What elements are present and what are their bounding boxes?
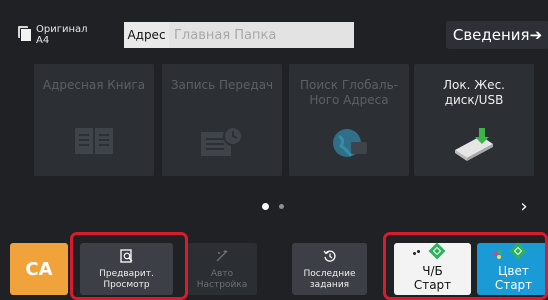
tile-label: Поиск Глобаль- Ного Адреса xyxy=(300,78,398,107)
address-book-icon xyxy=(74,126,114,160)
tile-transmission-log[interactable]: Запись Передач xyxy=(162,64,282,176)
ca-button[interactable]: CA xyxy=(10,243,68,295)
last-jobs-label: Последние задания xyxy=(303,269,356,290)
auto-setting-label: Авто Настройка xyxy=(196,269,248,290)
global-address-search-icon xyxy=(329,126,369,164)
tile-local-hdd-usb[interactable]: Лок. Жес. диск/USB xyxy=(414,64,534,176)
transmission-log-icon xyxy=(200,126,244,164)
page-dot[interactable] xyxy=(279,204,284,209)
address-label[interactable]: Адрес xyxy=(124,22,169,48)
last-jobs-button[interactable]: Последние задания xyxy=(292,243,367,295)
tile-global-address-search[interactable]: Поиск Глобаль- Ного Адреса xyxy=(289,64,409,176)
history-icon xyxy=(323,248,337,267)
details-button[interactable]: Сведения➔ xyxy=(446,21,548,49)
auto-setting-icon xyxy=(215,248,229,267)
page-indicator xyxy=(262,203,284,210)
highlight-frame-preview xyxy=(70,232,188,300)
original-indicator[interactable]: Оригинал A4 xyxy=(18,24,88,46)
printer-panel: Оригинал A4 Адрес Главная Папка Сведения… xyxy=(0,0,548,300)
next-page-icon[interactable]: › xyxy=(514,194,534,218)
address-bar[interactable]: Адрес Главная Папка xyxy=(124,22,354,48)
page-dot-active xyxy=(262,203,269,210)
highlight-frame-start xyxy=(383,232,548,300)
original-document-icon xyxy=(18,26,32,42)
tile-label: Лок. Жес. диск/USB xyxy=(443,78,505,107)
auto-setting-button[interactable]: Авто Настройка xyxy=(187,243,257,295)
tile-address-book[interactable]: Адресная Книга xyxy=(34,64,154,176)
tile-label: Адресная Книга xyxy=(42,78,146,92)
paper-size: A4 xyxy=(36,35,50,46)
address-field[interactable]: Главная Папка xyxy=(169,22,354,48)
tile-label: Запись Передач xyxy=(170,78,274,92)
usb-drive-icon xyxy=(451,126,497,166)
original-label: Оригинал xyxy=(36,24,88,35)
